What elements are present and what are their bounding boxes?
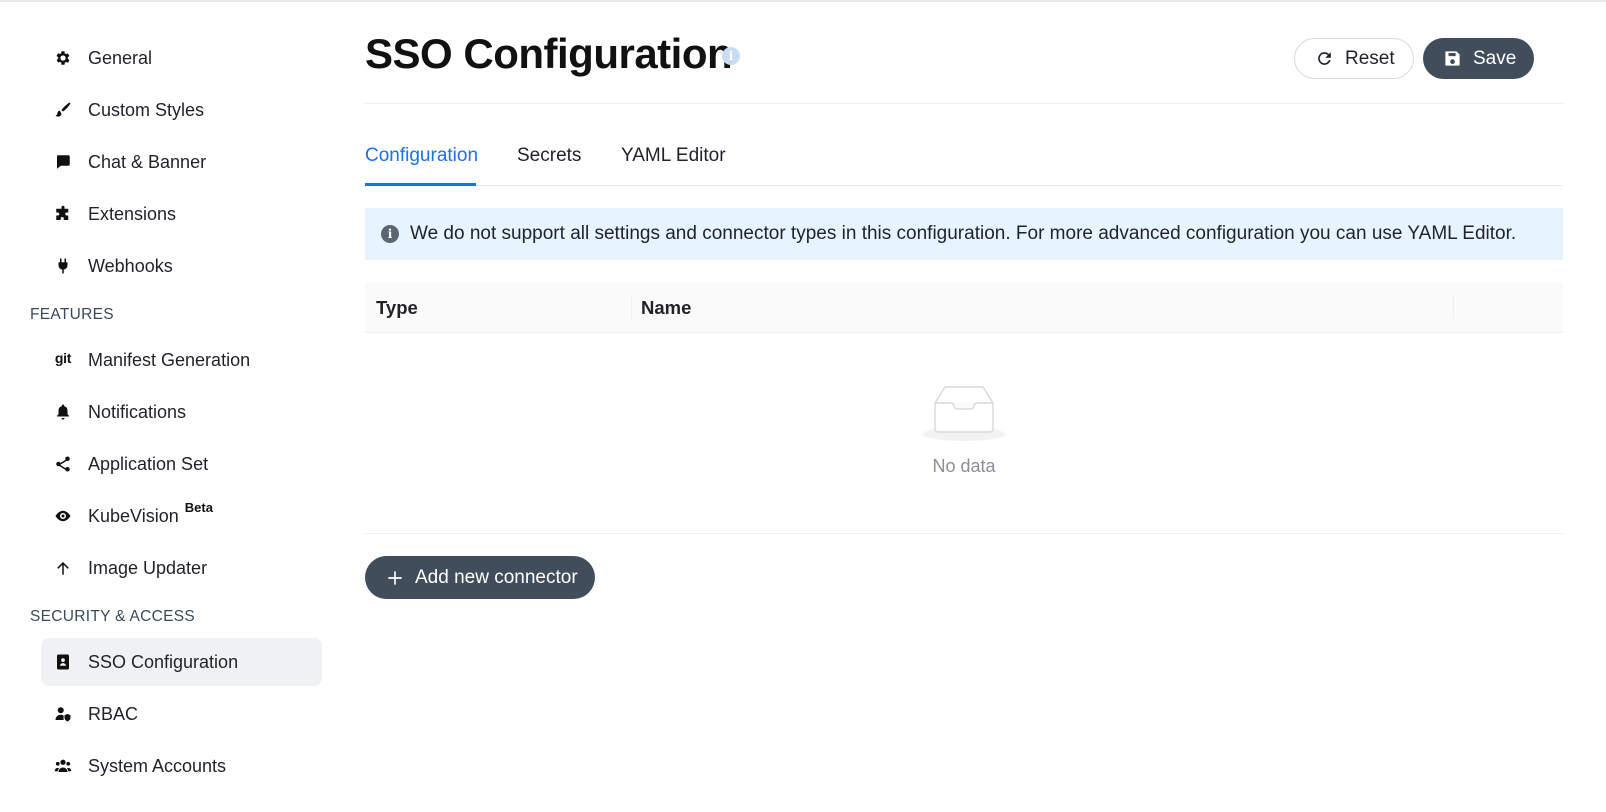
reload-icon xyxy=(1318,52,1331,65)
table-empty-state: No data xyxy=(365,333,1563,534)
chat-icon xyxy=(53,152,73,172)
sidebar-item-extensions[interactable]: Extensions xyxy=(41,190,322,238)
sidebar-item-label: Webhooks xyxy=(88,255,173,276)
brush-icon xyxy=(53,100,73,120)
info-circle-icon: i xyxy=(381,225,399,243)
puzzle-icon xyxy=(53,204,73,224)
table-header: Type Name xyxy=(365,282,1563,333)
plug-icon xyxy=(53,256,73,276)
empty-inbox-icon xyxy=(923,386,1005,441)
sidebar-item-rbac[interactable]: RBAC xyxy=(41,690,322,738)
sidebar-item-label: SSO Configuration xyxy=(88,651,239,672)
id-badge-icon xyxy=(53,652,73,672)
users-icon xyxy=(53,756,73,776)
gear-icon xyxy=(53,48,73,68)
column-separator xyxy=(1453,295,1454,319)
column-header-type[interactable]: Type xyxy=(376,297,418,319)
bell-icon xyxy=(53,402,73,422)
git-icon: git xyxy=(53,350,73,370)
page-title: SSO Configuration xyxy=(365,30,733,77)
tab-secrets[interactable]: Secrets xyxy=(517,145,581,167)
sidebar-item-kubevision[interactable]: KubeVision Beta xyxy=(41,492,322,540)
sidebar-item-label: General xyxy=(88,47,153,68)
sidebar-item-image-updater[interactable]: Image Updater xyxy=(41,544,322,592)
eye-icon xyxy=(53,506,73,526)
sidebar-item-sso-configuration[interactable]: SSO Configuration xyxy=(41,638,322,686)
sidebar-item-manifest-generation[interactable]: git Manifest Generation xyxy=(41,336,322,384)
tabs-divider xyxy=(365,185,1563,186)
sidebar-item-custom-styles[interactable]: Custom Styles xyxy=(41,86,322,134)
connectors-table: Type Name No data xyxy=(365,282,1563,534)
sidebar: General Custom Styles Chat & Banner Exte… xyxy=(0,0,330,812)
main-content: SSO Configuration i Reset Save Configura… xyxy=(365,0,1563,812)
active-tab-indicator xyxy=(365,183,476,186)
column-separator xyxy=(631,295,632,319)
sidebar-item-system-accounts[interactable]: System Accounts xyxy=(41,742,322,790)
add-connector-label: Add new connector xyxy=(415,566,578,588)
floppy-disk-icon xyxy=(1445,51,1460,66)
sidebar-item-webhooks[interactable]: Webhooks xyxy=(41,242,322,290)
sidebar-item-label: System Accounts xyxy=(88,755,227,776)
share-icon xyxy=(53,454,73,474)
save-button[interactable]: Save xyxy=(1423,38,1534,79)
reset-label: Reset xyxy=(1345,47,1395,69)
sidebar-item-notifications[interactable]: Notifications xyxy=(41,388,322,436)
sidebar-item-chat-banner[interactable]: Chat & Banner xyxy=(41,138,322,186)
sidebar-item-label: Extensions xyxy=(88,203,177,224)
info-alert: i We do not support all settings and con… xyxy=(365,208,1563,260)
sidebar-item-label: RBAC xyxy=(88,703,139,724)
header-divider xyxy=(365,103,1563,104)
section-heading-features: FEATURES xyxy=(30,306,114,323)
sidebar-item-label: Custom Styles xyxy=(88,99,205,120)
save-label: Save xyxy=(1473,47,1517,69)
empty-text: No data xyxy=(932,456,996,476)
tab-yaml-editor[interactable]: YAML Editor xyxy=(621,145,726,167)
sidebar-item-general[interactable]: General xyxy=(41,34,322,82)
sidebar-item-label: Chat & Banner xyxy=(88,151,207,172)
user-shield-icon xyxy=(53,704,73,724)
column-header-name[interactable]: Name xyxy=(641,297,691,319)
section-heading-security: SECURITY & ACCESS xyxy=(30,608,196,625)
sidebar-item-application-set[interactable]: Application Set xyxy=(41,440,322,488)
add-new-connector-button[interactable]: Add new connector xyxy=(365,556,595,599)
reset-button[interactable]: Reset xyxy=(1294,38,1414,79)
tab-configuration[interactable]: Configuration xyxy=(365,145,478,167)
info-icon[interactable]: i xyxy=(722,47,740,65)
sidebar-item-label: Image Updater xyxy=(88,557,208,578)
sidebar-item-label: Manifest Generation xyxy=(88,349,251,370)
sidebar-item-label: Application Set xyxy=(88,453,209,474)
arrow-up-icon xyxy=(53,558,73,578)
alert-message: We do not support all settings and conne… xyxy=(410,223,1517,244)
plus-icon xyxy=(388,570,402,585)
sidebar-item-label: KubeVision xyxy=(88,505,179,526)
git-icon-text: git xyxy=(54,350,72,366)
beta-badge: Beta xyxy=(184,499,213,515)
sidebar-item-label: Notifications xyxy=(88,401,187,422)
tab-bar: Configuration Secrets YAML Editor xyxy=(365,130,1563,186)
